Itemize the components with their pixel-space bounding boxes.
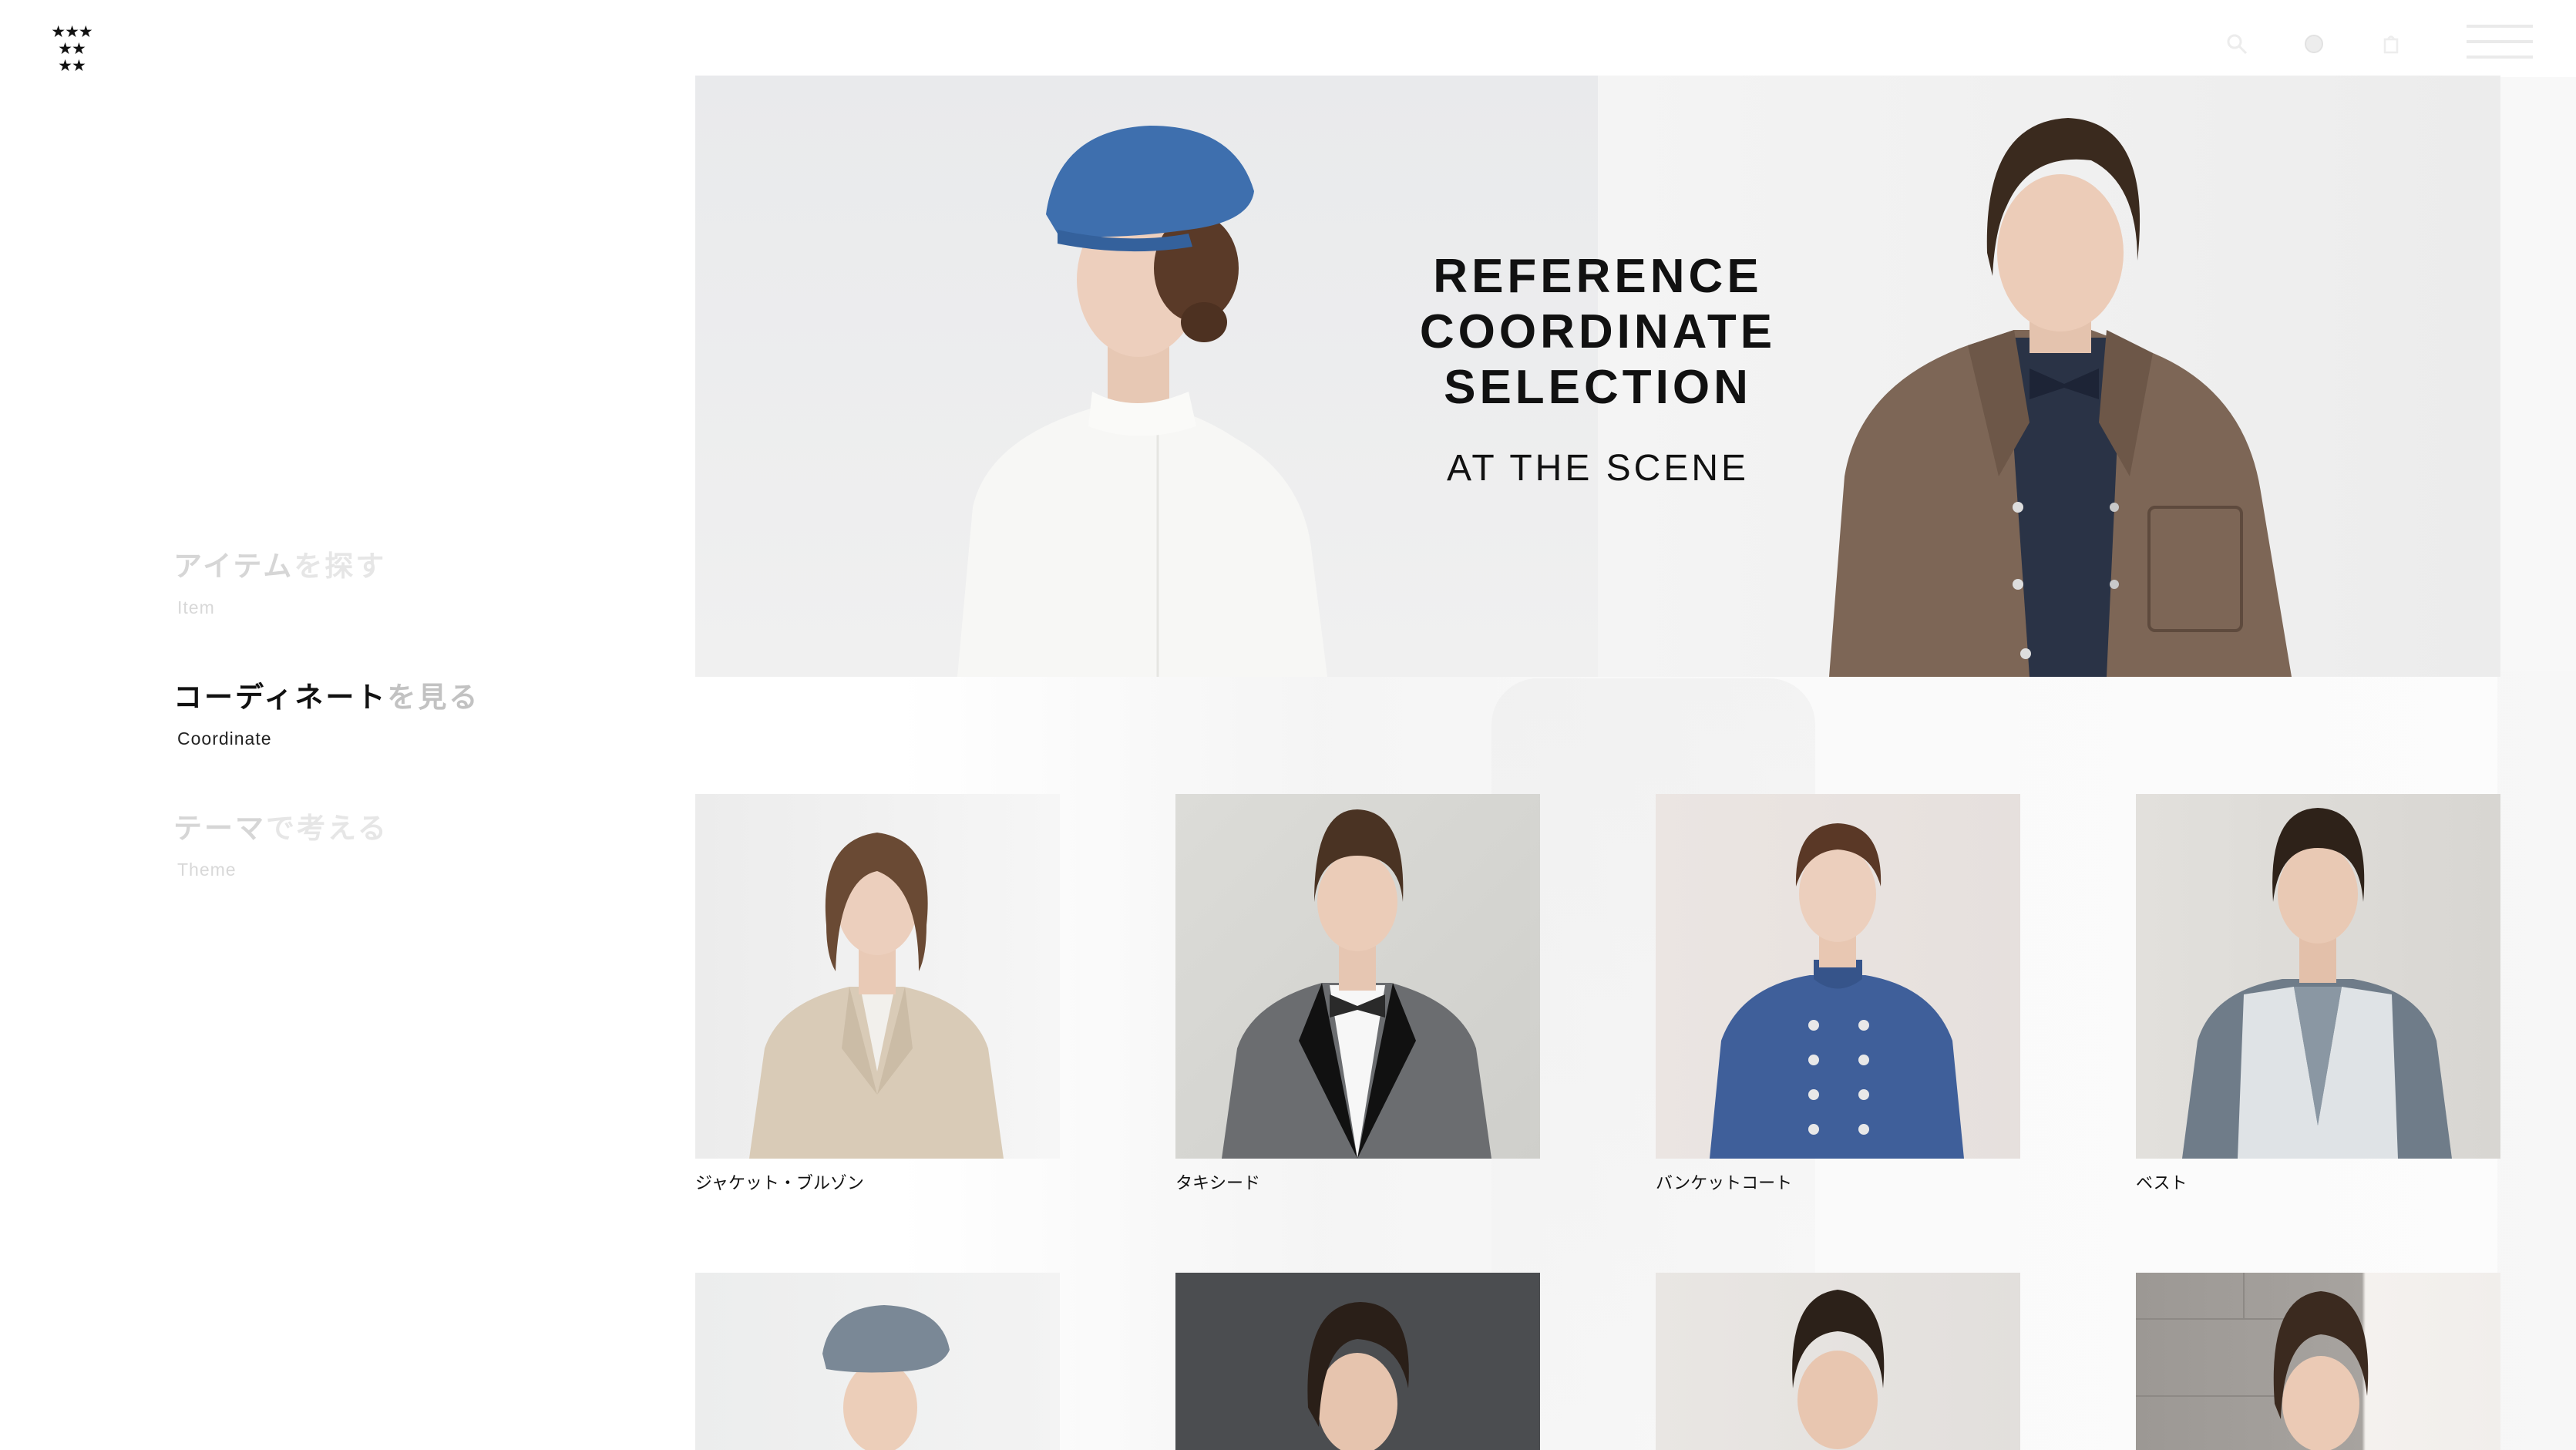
page: ★★★ ★★ ★★ アイテムを探す Item コーディネートを見る Coordi… [0,0,2576,1450]
nav-item-jp-label: アイテムを探す [173,550,387,583]
logo-stars-row: ★★ [58,56,86,75]
side-nav: アイテムを探す Item コーディネートを見る Coordinate テーマで考… [173,547,559,940]
coordinate-card[interactable] [2136,1273,2500,1450]
card-caption[interactable]: ベスト [2136,1169,2500,1194]
menu-icon[interactable] [2467,23,2533,62]
coordinate-card[interactable]: タキシード [1175,794,1540,1194]
nav-item-coordinate[interactable]: コーディネートを見る Coordinate [173,678,559,749]
nav-item-jp-label: テーマで考える [173,812,388,845]
coordinate-card[interactable] [1175,1273,1540,1450]
hero-title: REFERENCE COORDINATE SELECTION [1328,249,1868,415]
hero-subtitle: AT THE SCENE [1446,448,1750,489]
background-right-strip [2497,77,2576,1450]
card-photo-jacket[interactable] [695,794,1060,1159]
nav-item-en-label: Item [177,597,215,617]
card-photo-vest[interactable] [2136,794,2500,1159]
coordinate-card[interactable]: ベスト [2136,794,2500,1194]
card-caption[interactable]: バンケットコート [1656,1169,2020,1194]
coordinate-card[interactable] [1656,1273,2020,1450]
card-photo-banquet-coat[interactable] [1656,794,2020,1159]
card-caption[interactable]: タキシード [1175,1169,1540,1194]
coordinate-card[interactable]: ジャケット・ブルゾン [695,794,1060,1194]
search-icon[interactable] [2224,31,2250,57]
hero-banner[interactable]: REFERENCE COORDINATE SELECTION AT THE SC… [695,76,2500,677]
cart-icon[interactable] [2378,31,2404,57]
card-photo-dark-bg[interactable] [1175,1273,1540,1450]
hero-title-line: COORDINATE [1419,305,1777,358]
nav-item-en-label: Theme [177,860,237,880]
logo-stars-row: ★★ [58,39,86,58]
globe-icon[interactable] [2301,31,2327,57]
hero-title-line: REFERENCE [1433,250,1763,303]
brand-logo[interactable]: ★★★ ★★ ★★ [45,23,99,77]
card-caption[interactable]: ジャケット・ブルゾン [695,1169,1060,1194]
card-photo-beret-gray[interactable] [695,1273,1060,1450]
nav-item-item[interactable]: アイテムを探す Item [173,547,559,618]
logo-stars-row: ★★★ [51,22,92,41]
hero-title-line: SELECTION [1444,361,1752,414]
coordinate-card[interactable]: バンケットコート [1656,794,2020,1194]
card-photo-tuxedo[interactable] [1175,794,1540,1159]
card-photo-man-curly[interactable] [1656,1273,2020,1450]
nav-item-theme[interactable]: テーマで考える Theme [173,809,559,880]
nav-item-jp-label: コーディネートを見る [173,681,480,714]
nav-item-en-label: Coordinate [177,728,272,749]
card-photo-stone-wall[interactable] [2136,1273,2500,1450]
coordinate-card[interactable] [695,1273,1060,1450]
